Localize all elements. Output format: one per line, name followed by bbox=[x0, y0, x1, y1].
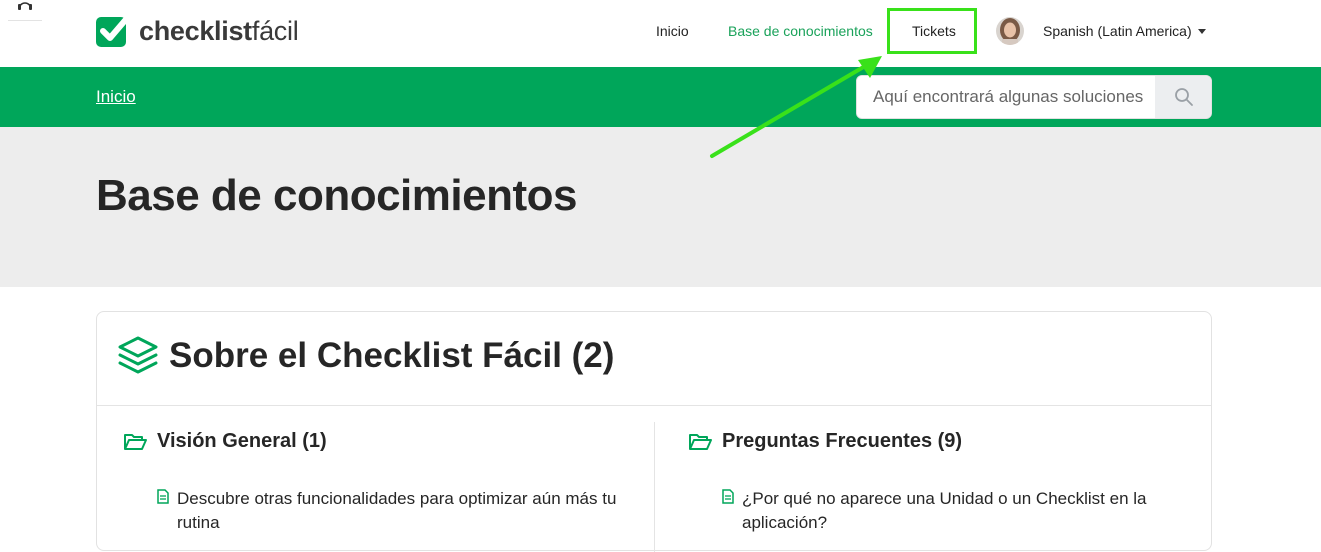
document-icon bbox=[722, 489, 734, 504]
avatar[interactable] bbox=[996, 17, 1024, 45]
search-box bbox=[856, 75, 1212, 119]
headset-icon[interactable] bbox=[8, 0, 42, 21]
brand-name: checklistfácil bbox=[139, 15, 299, 46]
language-label: Spanish (Latin America) bbox=[1043, 23, 1192, 39]
caret-down-icon bbox=[1197, 28, 1206, 34]
search-button[interactable] bbox=[1155, 76, 1211, 118]
folder-open-icon bbox=[689, 433, 712, 450]
layers-icon bbox=[118, 336, 158, 374]
language-selector[interactable]: Spanish (Latin America) bbox=[1043, 0, 1206, 62]
folder-open-icon bbox=[124, 433, 147, 450]
article-link[interactable]: Descubre otras funcionalidades para opti… bbox=[157, 487, 637, 535]
subheader-bar: Inicio bbox=[0, 67, 1321, 127]
top-navbar: checklistfácil Inicio Base de conocimien… bbox=[0, 0, 1321, 67]
section-vision-general: Visión General (1) bbox=[123, 430, 327, 453]
section-title[interactable]: Preguntas Frecuentes (9) bbox=[722, 430, 962, 453]
page-title: Base de conocimientos bbox=[96, 171, 577, 220]
search-input[interactable] bbox=[857, 76, 1155, 118]
category-card: Sobre el Checklist Fácil (2) Visión Gene… bbox=[96, 311, 1212, 552]
article-link[interactable]: ¿Por qué no aparece una Unidad o un Chec… bbox=[722, 487, 1182, 535]
checklist-logo-icon bbox=[96, 14, 130, 47]
category-header: Sobre el Checklist Fácil (2) bbox=[97, 312, 1211, 406]
section-preguntas-frecuentes: Preguntas Frecuentes (9) bbox=[688, 430, 962, 453]
article-title[interactable]: ¿Por qué no aparece una Unidad o un Chec… bbox=[742, 487, 1182, 535]
brand-logo[interactable]: checklistfácil bbox=[96, 13, 299, 49]
document-icon bbox=[157, 489, 169, 504]
article-title[interactable]: Descubre otras funcionalidades para opti… bbox=[177, 487, 637, 535]
search-icon bbox=[1174, 88, 1193, 106]
nav-link-inicio[interactable]: Inicio bbox=[656, 0, 689, 62]
nav-link-knowledge-base[interactable]: Base de conocimientos bbox=[728, 0, 873, 62]
category-title[interactable]: Sobre el Checklist Fácil (2) bbox=[169, 336, 614, 376]
hero-section: Base de conocimientos bbox=[0, 127, 1321, 287]
tickets-highlight-box bbox=[887, 8, 977, 54]
section-title[interactable]: Visión General (1) bbox=[157, 430, 327, 453]
breadcrumb-inicio[interactable]: Inicio bbox=[96, 87, 136, 107]
